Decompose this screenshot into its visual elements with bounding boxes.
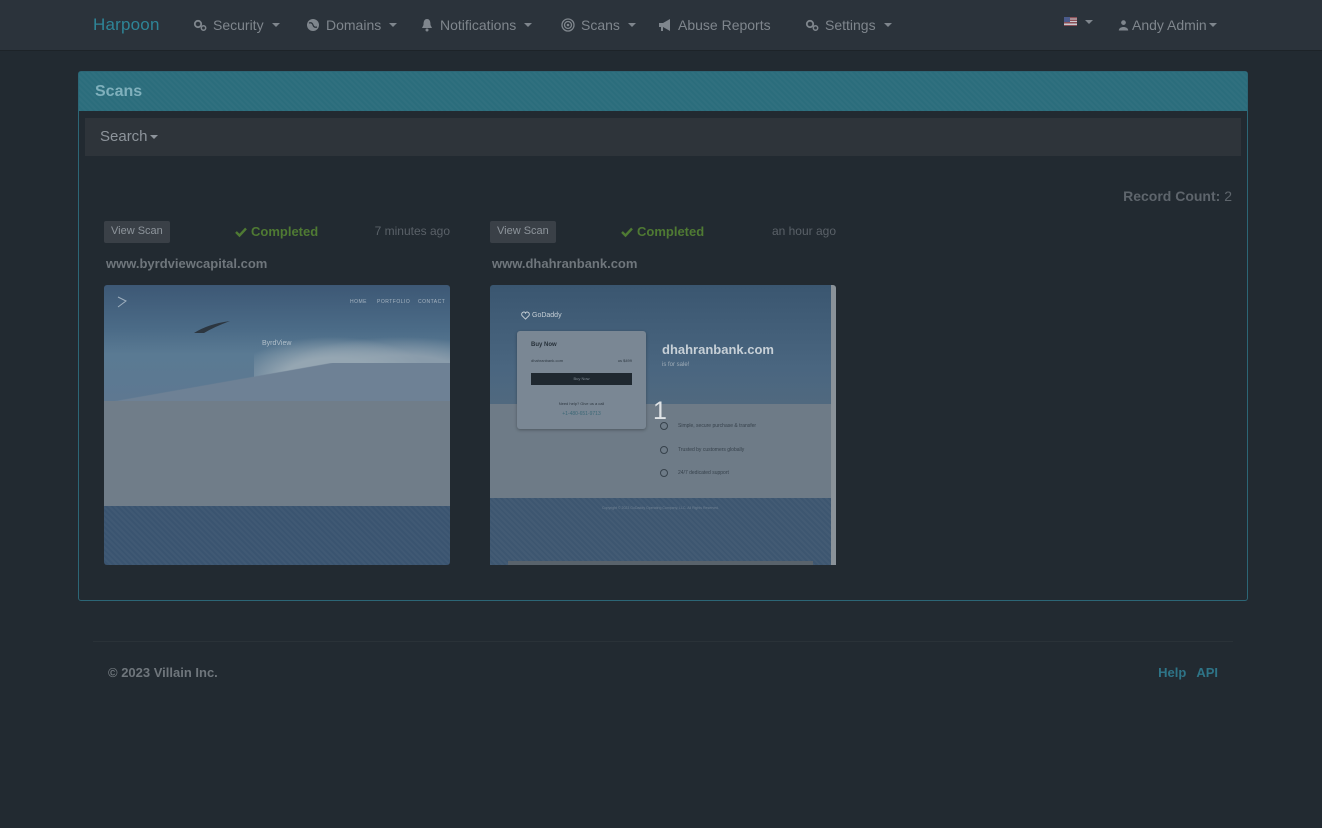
chevron-down-icon bbox=[627, 23, 636, 27]
gears-icon bbox=[805, 19, 819, 31]
preview-footer bbox=[104, 506, 450, 565]
search-toggle[interactable]: Search bbox=[85, 118, 1241, 156]
bird-icon bbox=[194, 321, 230, 333]
nav-abuse-reports-label: Abuse Reports bbox=[678, 17, 771, 33]
buy-box-help: Need help? Give us a call bbox=[558, 401, 605, 406]
preview-hscrollbar bbox=[508, 561, 813, 565]
scan-time: an hour ago bbox=[771, 224, 836, 238]
footer-copyright: © 2023 Villain Inc. bbox=[108, 665, 218, 680]
status-label: Completed bbox=[637, 224, 705, 239]
annotation-marker: 1 bbox=[653, 397, 667, 425]
scan-screenshot[interactable]: HOME PORTFOLIO CONTACT ByrdView bbox=[104, 285, 450, 565]
nav-domains[interactable]: Domains bbox=[306, 17, 398, 33]
user-name: Andy Admin bbox=[1132, 17, 1207, 33]
record-count-label: Record Count: bbox=[1123, 188, 1221, 204]
feature-item: 24/7 dedicated support bbox=[660, 469, 729, 477]
scan-screenshot[interactable]: GoDaddy Buy Now dhahranbank.com us $499 … bbox=[490, 285, 836, 570]
nav-scans-label: Scans bbox=[581, 17, 620, 33]
bell-icon bbox=[422, 19, 432, 32]
feature-label: Simple, secure purchase & transfer bbox=[678, 423, 757, 429]
scan-domain: www.byrdviewcapital.com bbox=[106, 256, 268, 271]
api-link[interactable]: API bbox=[1196, 665, 1218, 680]
search-label: Search bbox=[100, 128, 148, 145]
for-sale-domain: dhahranbank.com bbox=[662, 342, 774, 357]
preview-copyright: Copyright © 2023 GoDaddy Operating Compa… bbox=[602, 506, 719, 510]
preview-nav-contact: CONTACT bbox=[418, 299, 446, 305]
bullhorn-icon bbox=[659, 19, 670, 31]
preview-nav-home: HOME bbox=[350, 299, 367, 305]
preview-scrollbar bbox=[831, 285, 836, 565]
language-dropdown[interactable] bbox=[1064, 17, 1093, 26]
gears-icon bbox=[193, 19, 207, 31]
nav-settings[interactable]: Settings bbox=[805, 17, 892, 33]
chevron-down-icon bbox=[389, 23, 398, 27]
preview-mountains bbox=[104, 363, 450, 401]
logo-icon bbox=[117, 296, 127, 308]
check-icon bbox=[621, 227, 633, 237]
nav-domains-label: Domains bbox=[326, 17, 382, 33]
target-icon bbox=[561, 18, 575, 32]
chevron-down-icon bbox=[1085, 19, 1093, 24]
nav-notifications[interactable]: Notifications bbox=[420, 17, 533, 33]
nav-notifications-label: Notifications bbox=[440, 17, 517, 33]
top-navbar: Harpoon Security Domains Notifications S… bbox=[0, 0, 1322, 51]
status-label: Completed bbox=[251, 224, 319, 239]
us-flag-icon bbox=[1064, 17, 1077, 26]
feature-item: Simple, secure purchase & transfer bbox=[660, 422, 756, 430]
record-count: Record Count: 2 bbox=[1123, 188, 1232, 204]
godaddy-icon bbox=[521, 311, 530, 320]
nav-security[interactable]: Security bbox=[193, 17, 280, 33]
preview-body bbox=[104, 401, 450, 506]
nav-security-label: Security bbox=[213, 17, 264, 33]
chevron-down-icon bbox=[149, 135, 158, 140]
shield-icon bbox=[660, 446, 668, 454]
check-icon bbox=[235, 227, 247, 237]
scan-domain: www.dhahranbank.com bbox=[492, 256, 638, 271]
feature-item: Trusted by customers globally bbox=[660, 446, 744, 454]
preview-nav-portfolio: PORTFOLIO bbox=[377, 299, 411, 305]
buy-box-title: Buy Now bbox=[531, 342, 557, 348]
help-link[interactable]: Help bbox=[1158, 665, 1186, 680]
status-badge: Completed bbox=[621, 224, 704, 239]
panel-title: Scans bbox=[79, 72, 1247, 111]
user-icon bbox=[1118, 20, 1129, 31]
user-menu[interactable]: Andy Admin bbox=[1118, 17, 1217, 33]
preview-heading: ByrdView bbox=[262, 340, 292, 347]
buy-box-phone: +1-480-651-9713 bbox=[562, 411, 601, 417]
footer-divider bbox=[93, 641, 1233, 642]
chevron-down-icon bbox=[1208, 23, 1217, 27]
buy-box: Buy Now dhahranbank.com us $499 Buy Now … bbox=[517, 331, 646, 429]
buy-now-button: Buy Now bbox=[531, 373, 632, 385]
scans-panel: Scans Search Record Count: 2 View Scan C… bbox=[78, 71, 1248, 601]
for-sale-text: is for sale! bbox=[662, 362, 690, 368]
view-scan-button[interactable]: View Scan bbox=[104, 221, 170, 243]
nav-scans[interactable]: Scans bbox=[561, 17, 636, 33]
status-badge: Completed bbox=[235, 224, 318, 239]
globe-icon bbox=[307, 19, 319, 31]
heart-icon bbox=[660, 469, 668, 477]
chevron-down-icon bbox=[271, 23, 280, 27]
chevron-down-icon bbox=[883, 23, 892, 27]
nav-abuse-reports[interactable]: Abuse Reports bbox=[658, 17, 771, 33]
view-scan-button[interactable]: View Scan bbox=[490, 221, 556, 243]
scan-time: 7 minutes ago bbox=[374, 224, 450, 238]
feature-label: Trusted by customers globally bbox=[678, 447, 745, 453]
chevron-down-icon bbox=[524, 23, 533, 27]
record-count-value: 2 bbox=[1224, 188, 1232, 204]
buy-box-price: us $499 bbox=[617, 358, 632, 363]
buy-box-domain: dhahranbank.com bbox=[531, 358, 564, 363]
feature-label: 24/7 dedicated support bbox=[678, 470, 729, 476]
footer-links: Help API bbox=[1158, 665, 1218, 680]
nav-settings-label: Settings bbox=[825, 17, 876, 33]
brand-link[interactable]: Harpoon bbox=[93, 15, 160, 35]
godaddy-logo: GoDaddy bbox=[521, 311, 562, 320]
godaddy-logo-text: GoDaddy bbox=[532, 312, 562, 319]
